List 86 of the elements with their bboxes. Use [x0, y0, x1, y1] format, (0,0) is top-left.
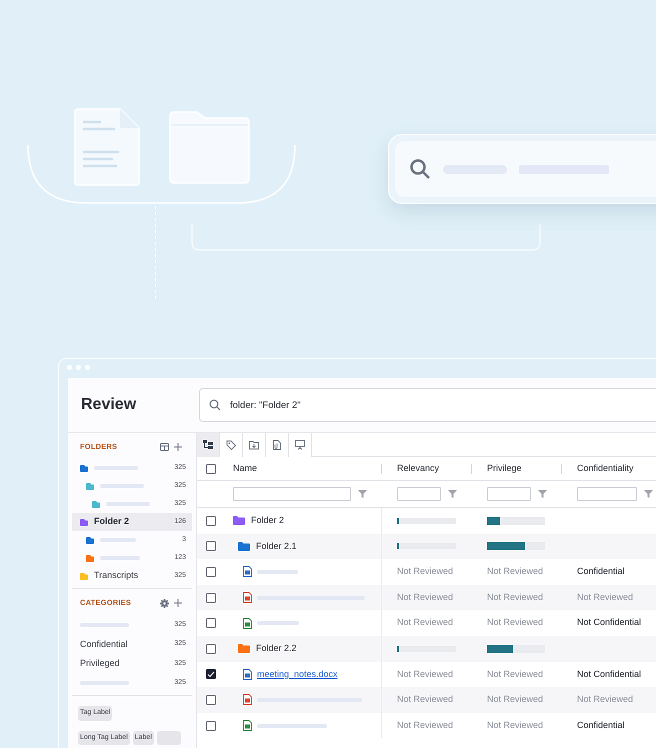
add-button[interactable]: [173, 442, 182, 452]
check-icon: [206, 670, 214, 678]
search-field[interactable]: folder: "Folder 2": [199, 388, 656, 422]
skeleton-bar: [257, 724, 327, 728]
document-icon: [74, 108, 140, 186]
attachment-icon: [272, 440, 282, 450]
status-text: Not Reviewed: [487, 565, 544, 578]
status-text: Not Reviewed: [397, 616, 454, 630]
category-name: Confidential: [80, 638, 128, 650]
status-text: Not Reviewed: [397, 718, 454, 732]
status-text: Not Reviewed: [397, 668, 454, 681]
page-title: Review: [81, 396, 136, 413]
filter-input[interactable]: [577, 487, 637, 501]
category-name: Privileged: [80, 657, 120, 670]
search-icon: [209, 399, 221, 411]
column-header[interactable]: Relevancy: [397, 462, 440, 476]
toolbar-tab[interactable]: [289, 433, 312, 457]
pdf-document-icon: [243, 592, 252, 604]
add-button[interactable]: [173, 598, 182, 608]
toolbar-tab[interactable]: [197, 433, 220, 457]
status-text: Not Reviewed: [487, 590, 544, 604]
funnel-icon: [644, 490, 653, 498]
filter-button[interactable]: [358, 490, 367, 498]
grid-icon: [160, 443, 169, 451]
checkbox[interactable]: [206, 516, 216, 526]
folder-name[interactable]: Folder 2: [251, 514, 284, 528]
folder-name[interactable]: Folder 2.2: [256, 642, 297, 656]
folder-name: Transcripts: [94, 569, 138, 582]
status-text: Not Reviewed: [487, 693, 544, 706]
filter-button[interactable]: [448, 490, 457, 498]
checkbox[interactable]: [206, 592, 216, 603]
filter-button[interactable]: [538, 490, 547, 498]
word-document-icon: [243, 566, 252, 578]
folder-download-icon: [249, 440, 259, 450]
checkbox[interactable]: [206, 669, 216, 680]
column-header[interactable]: Name: [233, 462, 258, 476]
checkbox[interactable]: [206, 541, 216, 552]
spreadsheet-icon: [243, 720, 252, 732]
search-icon: [409, 158, 431, 180]
spreadsheet-icon: [243, 618, 252, 629]
checkbox[interactable]: [206, 566, 216, 577]
column-header[interactable]: Privilege: [487, 462, 522, 476]
status-text: Not Reviewed: [487, 718, 544, 732]
funnel-icon: [538, 490, 547, 498]
column-header[interactable]: Confidentiality: [577, 462, 634, 476]
status-text: Not Reviewed: [577, 590, 634, 604]
funnel-icon: [358, 490, 367, 498]
skeleton-bar: [257, 570, 298, 574]
plus-icon: [174, 443, 182, 451]
status-text: Not Reviewed: [397, 590, 454, 604]
toolbar-tab[interactable]: [243, 433, 266, 457]
status-text: Not Reviewed: [487, 668, 544, 681]
folder-icon: [169, 111, 251, 185]
folder-name[interactable]: Folder 2.1: [256, 540, 297, 554]
status-text: Confidential: [577, 718, 625, 732]
file-link[interactable]: meeting_notes.docx: [257, 668, 338, 682]
skeleton-bar: [80, 681, 129, 686]
status-text: Not Confidential: [577, 616, 642, 630]
checkbox[interactable]: [206, 618, 216, 628]
filter-input[interactable]: [487, 487, 531, 501]
filter-button[interactable]: [644, 490, 653, 498]
plus-icon: [174, 599, 182, 607]
presentation-icon: [295, 440, 305, 450]
filter-input[interactable]: [397, 487, 441, 501]
status-text: Not Confidential: [577, 668, 642, 681]
folder-name: Folder 2: [94, 515, 130, 528]
skeleton-bar: [257, 621, 299, 626]
filter-input[interactable]: [233, 487, 351, 501]
status-text: Confidential: [577, 565, 625, 578]
word-document-icon: [243, 668, 252, 680]
checkbox[interactable]: [206, 644, 216, 654]
skeleton-bar: [80, 622, 129, 627]
toolbar-tab[interactable]: [266, 433, 289, 457]
funnel-icon: [448, 490, 457, 498]
toolbar-tab[interactable]: [220, 433, 243, 457]
checkbox[interactable]: [206, 464, 216, 474]
pdf-document-icon: [243, 694, 252, 706]
status-text: Not Reviewed: [397, 693, 454, 706]
settings-icon: [160, 598, 169, 608]
checkbox[interactable]: [206, 694, 216, 705]
status-text: Not Reviewed: [487, 616, 544, 630]
tree-view-icon: [203, 440, 213, 450]
checkbox[interactable]: [206, 720, 216, 731]
status-text: Not Reviewed: [577, 693, 634, 706]
tag-icon: [226, 440, 236, 450]
status-text: Not Reviewed: [397, 565, 454, 578]
